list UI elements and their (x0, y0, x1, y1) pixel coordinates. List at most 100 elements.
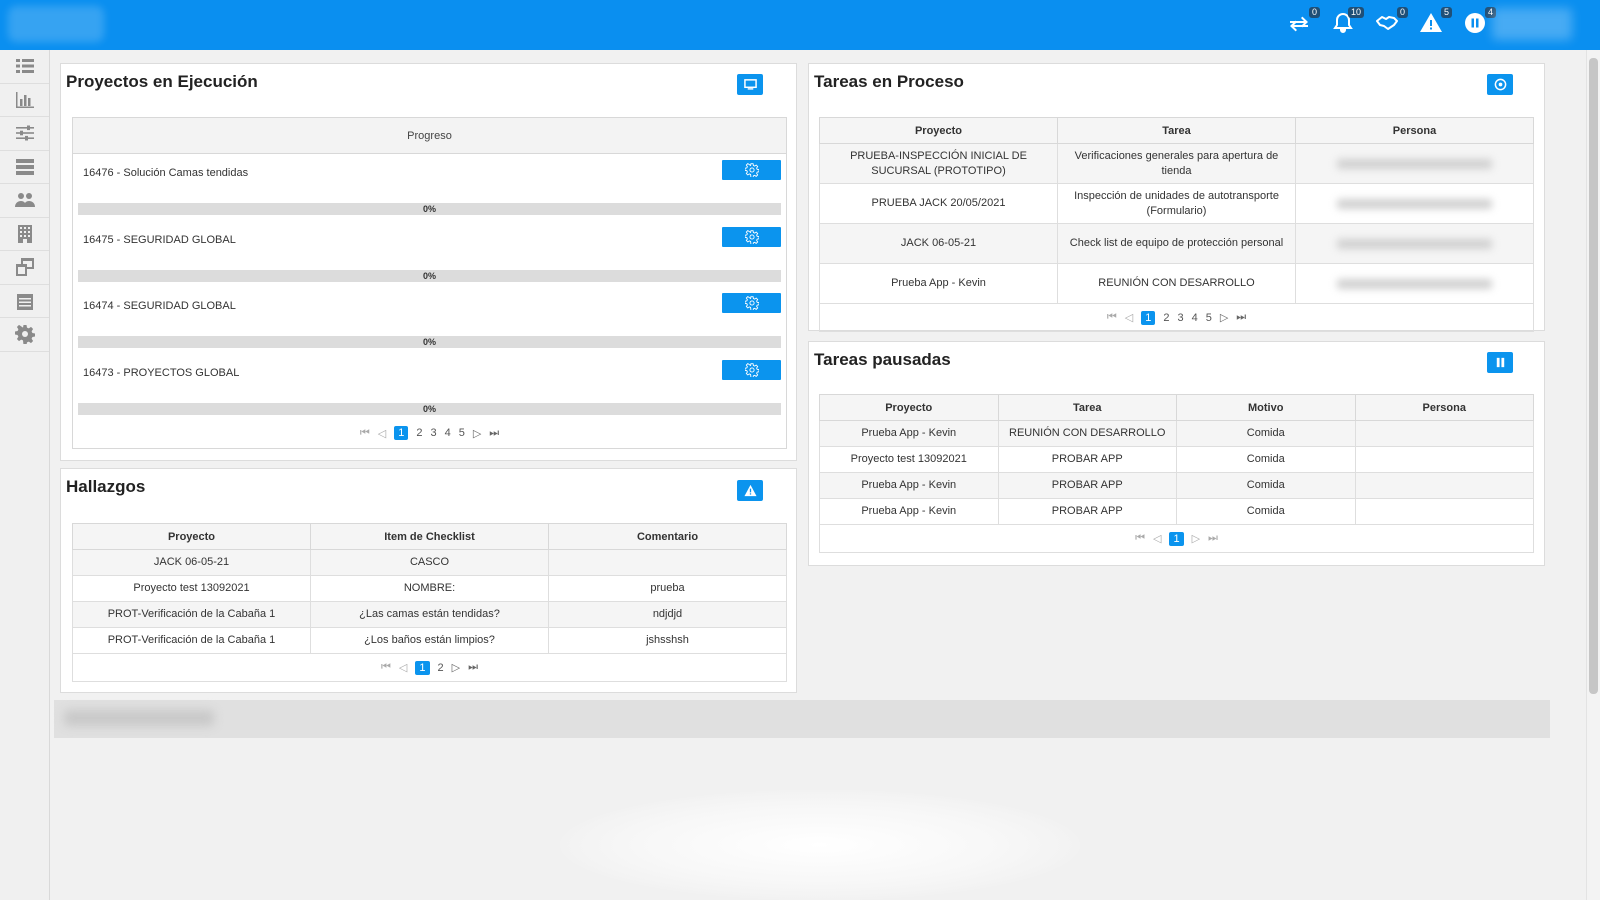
table-cell (1354, 472, 1534, 499)
table-cell: Check list de equipo de protección perso… (1057, 223, 1296, 264)
sliders-icon (15, 125, 34, 141)
warning-icon[interactable]: 5 (1418, 7, 1452, 36)
table-row[interactable]: PRUEBA-INSPECCIÓN INICIAL DE SUCURSAL (P… (819, 143, 1534, 184)
table-cell: REUNIÓN CON DESARROLLO (1057, 263, 1296, 304)
page-number[interactable]: 4 (1192, 312, 1198, 324)
monitor-button[interactable] (737, 74, 763, 95)
project-settings-button[interactable] (722, 160, 781, 180)
sidebar-item-settings-sliders[interactable] (0, 117, 49, 151)
prev-page-button[interactable]: ◁ (399, 661, 407, 674)
table-row[interactable]: Proyecto test 13092021 PROBAR APP Comida (819, 446, 1534, 473)
page-number[interactable]: 2 (416, 427, 422, 439)
gear-icon (14, 325, 35, 345)
pause-circle-icon[interactable]: 4 (1462, 7, 1496, 36)
column-header: Persona (1295, 117, 1534, 144)
table-cell: PRUEBA-INSPECCIÓN INICIAL DE SUCURSAL (P… (819, 143, 1058, 184)
page-number[interactable]: 4 (445, 427, 451, 439)
redacted-text (1337, 238, 1492, 249)
next-page-button[interactable]: ▷ (1220, 311, 1228, 324)
table-row[interactable]: PROT-Verificación de la Cabaña 1 ¿Las cam… (72, 601, 787, 628)
project-settings-button[interactable] (722, 293, 781, 313)
table-row[interactable]: JACK 06-05-21 Check list de equipo de pro… (819, 223, 1534, 264)
findings-title: Hallazgos (66, 477, 146, 496)
sidebar-item-users[interactable] (0, 184, 49, 218)
page-number[interactable]: 2 (438, 662, 444, 674)
logo[interactable] (8, 6, 104, 42)
sidebar-item-buildings[interactable] (0, 218, 49, 251)
table-row[interactable]: Prueba App - Kevin REUNIÓN CON DESARROLLO… (819, 420, 1534, 447)
bar-chart-icon (15, 91, 34, 108)
page-number[interactable]: 5 (1206, 312, 1212, 324)
next-page-button[interactable]: ▷ (473, 427, 481, 440)
project-name: 16474 - SEGURIDAD GLOBAL (83, 300, 236, 312)
first-page-button[interactable]: ⏮ (381, 661, 391, 674)
sidebar-item-windows[interactable] (0, 251, 49, 285)
sidebar-item-calendar[interactable] (0, 285, 49, 318)
handshake-count-badge: 0 (1396, 7, 1408, 18)
sidebar-item-list[interactable] (0, 50, 49, 84)
table-cell: Inspección de unidades de autotransporte… (1057, 183, 1296, 224)
table-cell: ¿Las camas están tendidas? (310, 601, 549, 628)
page-number[interactable]: 1 (415, 660, 430, 675)
list-icon (15, 59, 34, 74)
progress-label: 0% (422, 270, 436, 281)
page-number[interactable]: 1 (394, 426, 409, 440)
column-header: Motivo (1176, 394, 1356, 421)
bell-icon[interactable]: 10 (1330, 7, 1364, 36)
table-cell: Prueba App - Kevin (819, 498, 999, 525)
table-row[interactable]: JACK 06-05-21 CASCO (72, 549, 787, 576)
sidebar-item-settings[interactable] (0, 318, 49, 352)
last-page-button[interactable]: ⏭ (1208, 532, 1218, 545)
column-header: Persona (1354, 394, 1534, 421)
table-cell: PROBAR APP (997, 472, 1177, 499)
next-page-button[interactable]: ▷ (1192, 532, 1200, 545)
column-header: Proyecto (819, 117, 1058, 144)
prev-page-button[interactable]: ◁ (378, 427, 386, 440)
user-menu[interactable] (1492, 8, 1572, 40)
prev-page-button[interactable]: ◁ (1125, 311, 1133, 324)
project-settings-button[interactable] (722, 226, 781, 247)
windows-icon (15, 258, 34, 277)
bell-count-badge: 10 (1347, 7, 1364, 18)
page-number[interactable]: 3 (1177, 312, 1183, 324)
handshake-icon[interactable]: 0 (1374, 7, 1408, 36)
pause-button[interactable] (1487, 352, 1513, 373)
page-number[interactable]: 3 (430, 427, 436, 439)
in-process-button[interactable] (1487, 74, 1513, 95)
table-row[interactable]: Prueba App - Kevin REUNIÓN CON DESARROLLO (819, 263, 1534, 304)
last-page-button[interactable]: ⏭ (468, 661, 478, 674)
last-page-button[interactable]: ⏭ (489, 427, 499, 440)
page-number[interactable]: 1 (1169, 531, 1184, 546)
table-cell: PRUEBA JACK 20/05/2021 (819, 183, 1058, 224)
first-page-button[interactable]: ⏮ (1135, 532, 1145, 545)
warning-icon (743, 484, 757, 497)
sidebar-item-layers[interactable] (0, 151, 49, 184)
page-number[interactable]: 5 (459, 427, 465, 439)
page-number[interactable]: 1 (1141, 310, 1156, 325)
gear-icon (744, 163, 759, 177)
progress-label: 0% (422, 204, 436, 214)
transfer-icon[interactable]: 0 (1286, 7, 1320, 36)
project-settings-button[interactable] (722, 359, 781, 380)
findings-warning-button[interactable] (737, 480, 763, 501)
table-cell: JACK 06-05-21 (819, 223, 1058, 264)
redacted-text (1337, 278, 1492, 289)
table-row[interactable]: Proyecto test 13092021 NOMBRE: prueba (72, 575, 787, 602)
sidebar-item-charts[interactable] (0, 84, 49, 117)
table-row[interactable]: Prueba App - Kevin PROBAR APP Comida (819, 498, 1534, 525)
next-page-button[interactable]: ▷ (452, 661, 460, 674)
paused-tasks-title: Tareas pausadas (814, 350, 951, 369)
table-row[interactable]: PROT-Verificación de la Cabaña 1 ¿Los bañ… (72, 627, 787, 654)
scrollbar-thumb[interactable] (1589, 58, 1598, 694)
first-page-button[interactable]: ⏮ (1107, 311, 1117, 324)
page-number[interactable]: 2 (1163, 312, 1169, 324)
last-page-button[interactable]: ⏭ (1236, 311, 1246, 324)
prev-page-button[interactable]: ◁ (1153, 532, 1161, 545)
table-cell: JACK 06-05-21 (72, 549, 311, 576)
projects-list: Progreso 16476 - Solución Camas tendidas… (72, 117, 787, 449)
table-cell: prueba (548, 575, 787, 602)
first-page-button[interactable]: ⏮ (360, 427, 370, 440)
table-row[interactable]: Prueba App - Kevin PROBAR APP Comida (819, 472, 1534, 499)
table-row[interactable]: PRUEBA JACK 20/05/2021 Inspección de unid… (819, 183, 1534, 224)
progress-bar: 0% (78, 203, 781, 215)
